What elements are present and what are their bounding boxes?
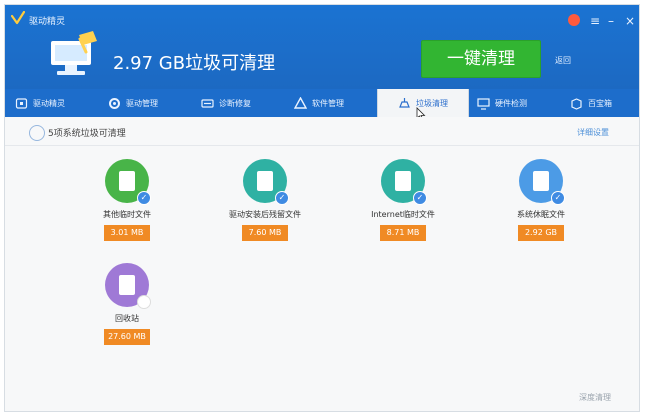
garbage-clean-panel: 5项系统垃圾可清理 详细设置 ✓ 其他临时文件 3.01 MB ✓ 驱动安装后残… xyxy=(5,117,639,411)
item-size-badge: 3.01 MB xyxy=(104,225,150,241)
trash-icon xyxy=(105,263,151,309)
check-icon[interactable] xyxy=(137,295,151,309)
one-click-clean-button[interactable]: 一键清理 xyxy=(421,40,541,78)
clean-item-driver-residue[interactable]: ✓ 驱动安装后残留文件 7.60 MB xyxy=(205,159,325,241)
detail-settings-link[interactable]: 详细设置 xyxy=(577,127,609,138)
browser-icon: ✓ xyxy=(381,159,427,205)
gear-icon xyxy=(109,97,120,109)
item-label: 回收站 xyxy=(115,314,139,323)
home-icon xyxy=(15,97,28,109)
item-label: Internet临时文件 xyxy=(371,210,435,219)
app-window: 驱动精灵 ≡ – × 2.97 GB垃圾可清理 一键清理 返回 驱动精灵 驱动管… xyxy=(4,4,640,412)
back-link[interactable]: 返回 xyxy=(555,55,571,66)
check-icon[interactable]: ✓ xyxy=(137,191,151,205)
close-button[interactable]: × xyxy=(625,14,635,28)
check-icon[interactable]: ✓ xyxy=(413,191,427,205)
box-icon xyxy=(571,97,582,110)
check-icon[interactable]: ✓ xyxy=(551,191,565,205)
doc-icon: ✓ xyxy=(519,159,565,205)
nav-tabs: 驱动精灵 驱动管理 诊断修复 软件管理 垃圾清理 硬件检测 百宝箱 xyxy=(5,89,639,117)
system-icon xyxy=(29,125,45,141)
item-label: 系统休眠文件 xyxy=(517,210,565,219)
check-icon[interactable]: ✓ xyxy=(275,191,289,205)
top-bar: 驱动精灵 ≡ – × 2.97 GB垃圾可清理 一键清理 返回 xyxy=(5,5,639,89)
broom-icon xyxy=(399,97,410,108)
section-header: 5项系统垃圾可清理 详细设置 xyxy=(5,117,639,146)
tab-label: 软件管理 xyxy=(312,98,344,108)
tab-diagnose-repair[interactable]: 诊断修复 xyxy=(201,89,251,117)
tab-driver-management[interactable]: 驱动管理 xyxy=(108,89,158,117)
section-title: 5项系统垃圾可清理 xyxy=(48,129,126,139)
app-icon xyxy=(294,96,307,109)
tab-toolbox[interactable]: 百宝箱 xyxy=(570,89,612,117)
deep-clean-link[interactable]: 深度清理 xyxy=(579,392,611,403)
clean-item-internet-temp[interactable]: ✓ Internet临时文件 8.71 MB xyxy=(343,159,463,241)
garbage-summary: 2.97 GB垃圾可清理 xyxy=(113,53,276,74)
menu-button[interactable]: ≡ xyxy=(590,14,600,28)
wrench-icon xyxy=(201,98,214,108)
app-logo-icon xyxy=(11,11,25,25)
tab-label: 驱动精灵 xyxy=(33,98,65,108)
clean-item-other-temp[interactable]: ✓ 其他临时文件 3.01 MB xyxy=(67,159,187,241)
item-size-badge: 7.60 MB xyxy=(242,225,288,241)
broom-computer-icon xyxy=(51,31,97,75)
item-size-badge: 27.60 MB xyxy=(104,329,150,345)
app-title: 驱动精灵 xyxy=(29,17,66,27)
monitor-icon xyxy=(477,97,490,110)
printer-icon: ✓ xyxy=(105,159,151,205)
clean-item-system-hibernate[interactable]: ✓ 系统休眠文件 2.92 GB xyxy=(481,159,601,241)
tab-label: 百宝箱 xyxy=(588,98,612,108)
tab-label: 硬件检测 xyxy=(495,98,527,108)
tab-label: 驱动管理 xyxy=(126,98,158,108)
tab-label: 诊断修复 xyxy=(219,98,251,108)
item-label: 其他临时文件 xyxy=(103,210,151,219)
skin-icon[interactable] xyxy=(568,14,580,26)
minimize-button[interactable]: – xyxy=(608,14,614,28)
tab-software-management[interactable]: 软件管理 xyxy=(294,89,344,117)
file-icon: ✓ xyxy=(243,159,289,205)
item-label: 驱动安装后残留文件 xyxy=(229,210,301,219)
tab-home[interactable]: 驱动精灵 xyxy=(15,89,65,117)
clean-item-recycle-bin[interactable]: 回收站 27.60 MB xyxy=(67,263,187,345)
item-size-badge: 8.71 MB xyxy=(380,225,426,241)
tab-hardware-check[interactable]: 硬件检测 xyxy=(477,89,527,117)
item-size-badge: 2.92 GB xyxy=(518,225,564,241)
